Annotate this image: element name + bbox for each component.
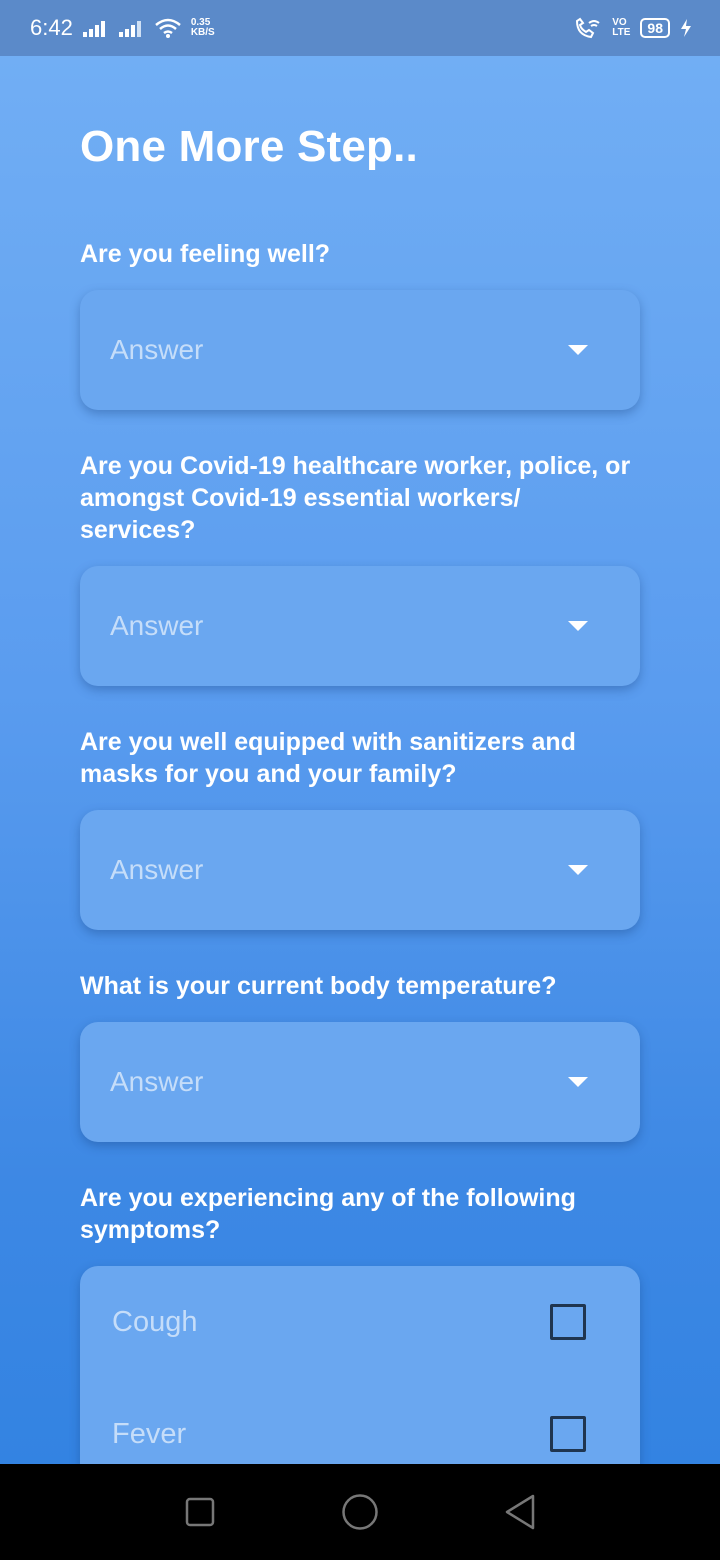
system-nav-bar: [0, 1464, 720, 1560]
battery-level: 98: [640, 18, 670, 38]
question-body-temperature: What is your current body temperature?: [80, 972, 557, 1000]
sanitizers-masks-dropdown[interactable]: Answer: [80, 810, 640, 930]
question-essential-worker: Are you Covid-19 healthcare worker, poli…: [80, 452, 631, 544]
wifi-call-icon: [576, 17, 600, 39]
symptom-label: Fever: [112, 1417, 187, 1450]
home-button[interactable]: [335, 1487, 385, 1537]
square-icon: [185, 1497, 215, 1527]
symptom-label: Cough: [112, 1305, 198, 1338]
body-temperature-dropdown[interactable]: Answer: [80, 1022, 640, 1142]
cough-checkbox[interactable]: [550, 1304, 586, 1340]
signal-icon: [82, 21, 105, 37]
status-bar: 6:42 0.35 KB/S VO LTE 98: [0, 0, 720, 56]
status-left: 6:42 0.35 KB/S: [30, 15, 215, 41]
circle-icon: [342, 1494, 378, 1530]
essential-worker-dropdown[interactable]: Answer: [80, 566, 640, 686]
dropdown-caret-icon: [568, 345, 588, 355]
question-sanitizers-masks: Are you well equipped with sanitizers an…: [80, 728, 576, 788]
net-speed: 0.35 KB/S: [191, 18, 215, 38]
dropdown-placeholder: Answer: [110, 854, 204, 885]
charging-icon: [681, 19, 691, 37]
fever-checkbox[interactable]: [550, 1416, 586, 1452]
dropdown-caret-icon: [568, 1077, 588, 1087]
dropdown-caret-icon: [568, 865, 588, 875]
net-speed-unit: KB/S: [190, 27, 215, 38]
dropdown-placeholder: Answer: [110, 334, 204, 365]
wifi-icon: [155, 18, 181, 38]
recents-button[interactable]: [175, 1487, 225, 1537]
dropdown-placeholder: Answer: [110, 610, 204, 641]
dropdown-caret-icon: [568, 621, 588, 631]
volte-indicator: VO LTE: [612, 18, 630, 38]
status-right: VO LTE 98: [574, 17, 692, 39]
question-feeling-well: Are you feeling well?: [80, 240, 331, 268]
volte-bottom: LTE: [612, 27, 631, 38]
symptom-item-fever[interactable]: Fever: [80, 1404, 640, 1464]
signal-icon-2: [118, 21, 141, 37]
dropdown-placeholder: Answer: [110, 1066, 204, 1097]
page-title: One More Step..: [80, 122, 418, 171]
feeling-well-dropdown[interactable]: Answer: [80, 290, 640, 410]
question-symptoms: Are you experiencing any of the followin…: [80, 1184, 576, 1244]
triangle-back-icon: [505, 1494, 535, 1530]
form-screen: One More Step.. Are you feeling well? An…: [0, 56, 720, 1464]
symptom-item-cough[interactable]: Cough: [80, 1292, 640, 1352]
symptoms-list: Cough Fever: [80, 1266, 640, 1464]
back-button[interactable]: [495, 1487, 545, 1537]
status-time: 6:42: [30, 15, 73, 40]
